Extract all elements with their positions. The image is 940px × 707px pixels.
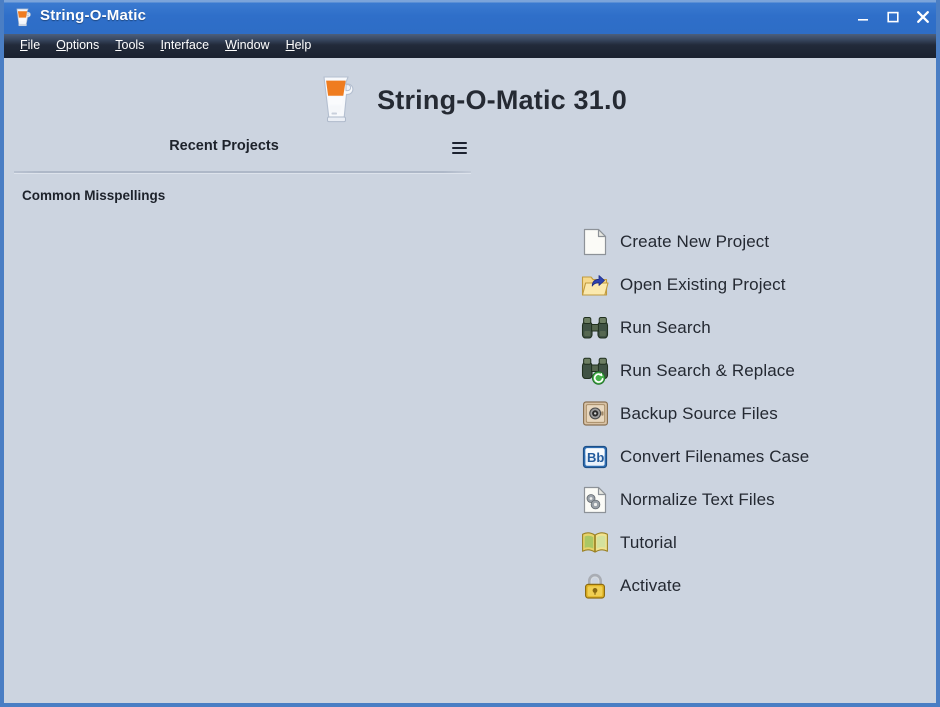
action-run-search[interactable]: Run Search [580,306,809,349]
padlock-icon [580,571,610,601]
menu-item-file[interactable]: File [12,37,48,55]
menu-item-tools[interactable]: Tools [107,37,152,55]
menu-item-help[interactable]: Help [278,37,320,55]
title-bar[interactable]: String-O-Matic [4,0,936,34]
action-label: Tutorial [620,532,677,552]
document-gears-icon [580,485,610,515]
safe-vault-icon [580,399,610,429]
menu-bar: File Options Tools Interface Window Help [4,34,936,58]
action-label: Normalize Text Files [620,489,775,509]
minimize-button[interactable] [848,2,878,32]
recent-projects-heading: Recent Projects [169,138,279,154]
open-book-icon [580,528,610,558]
menu-item-window[interactable]: Window [217,37,277,55]
app-title: String-O-Matic 31.0 [377,84,627,115]
action-convert-filenames-case[interactable]: Bb Convert Filenames Case [580,435,809,478]
blender-icon[interactable] [12,6,34,28]
action-create-new-project[interactable]: Create New Project [580,220,809,263]
svg-text:Bb: Bb [587,450,604,465]
binoculars-icon [580,313,610,343]
hamburger-menu-icon[interactable] [448,136,470,160]
action-normalize-text-files[interactable]: Normalize Text Files [580,478,809,521]
action-label: Create New Project [620,231,770,251]
close-button[interactable] [908,2,936,32]
recent-projects-separator [14,171,471,174]
action-label: Convert Filenames Case [620,446,810,466]
application-window: String-O-Matic File Options Tools Interf… [0,0,940,707]
letter-case-icon: Bb [580,442,610,472]
maximize-button[interactable] [878,2,908,32]
action-activate[interactable]: Activate [580,564,809,607]
action-label: Activate [620,575,682,595]
app-branding: String-O-Matic 31.0 [4,72,936,128]
window-title: String-O-Matic [40,7,147,24]
action-label: Run Search & Replace [620,360,795,380]
menu-item-options[interactable]: Options [48,37,107,55]
open-folder-icon [580,270,610,300]
action-list: Create New Project Open Existing Project [580,220,809,607]
client-area: String-O-Matic 31.0 Recent Projects Comm… [4,58,936,703]
action-run-search-replace[interactable]: Run Search & Replace [580,349,809,392]
binoculars-replace-icon [580,356,610,386]
recent-projects-list: Common Misspellings [4,184,471,207]
blender-logo [313,72,363,128]
new-document-icon [580,227,610,257]
menu-item-interface[interactable]: Interface [152,37,217,55]
recent-projects-header: Recent Projects [14,138,471,166]
action-backup-source-files[interactable]: Backup Source Files [580,392,809,435]
window-controls [848,0,936,34]
action-label: Run Search [620,317,711,337]
action-label: Open Existing Project [620,274,786,294]
action-tutorial[interactable]: Tutorial [580,521,809,564]
action-label: Backup Source Files [620,403,778,423]
list-item[interactable]: Common Misspellings [4,184,471,207]
action-open-existing-project[interactable]: Open Existing Project [580,263,809,306]
